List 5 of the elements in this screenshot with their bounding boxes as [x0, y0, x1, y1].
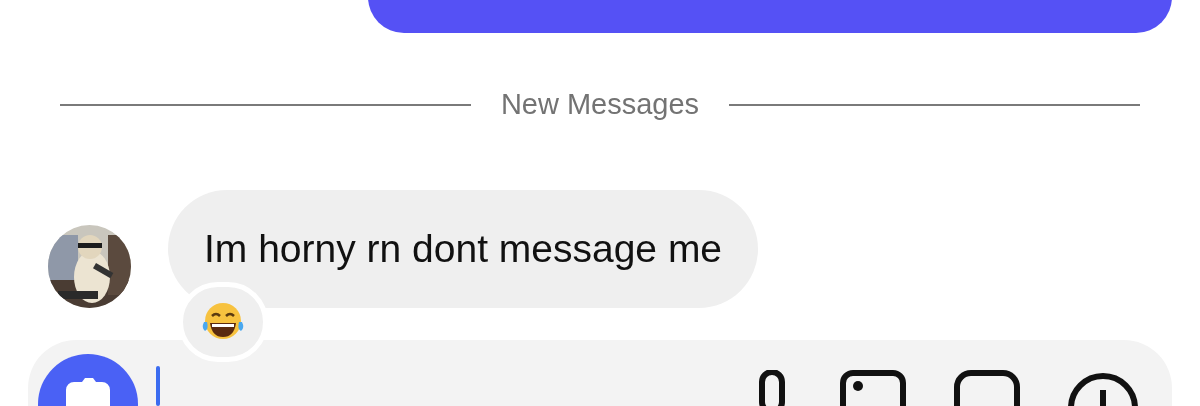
text-cursor [156, 366, 160, 406]
camera-icon [64, 376, 112, 406]
new-messages-label: New Messages [499, 87, 701, 123]
message-bubble: Im horny rn dont message me [168, 190, 759, 308]
laughing-face-icon [201, 302, 245, 342]
